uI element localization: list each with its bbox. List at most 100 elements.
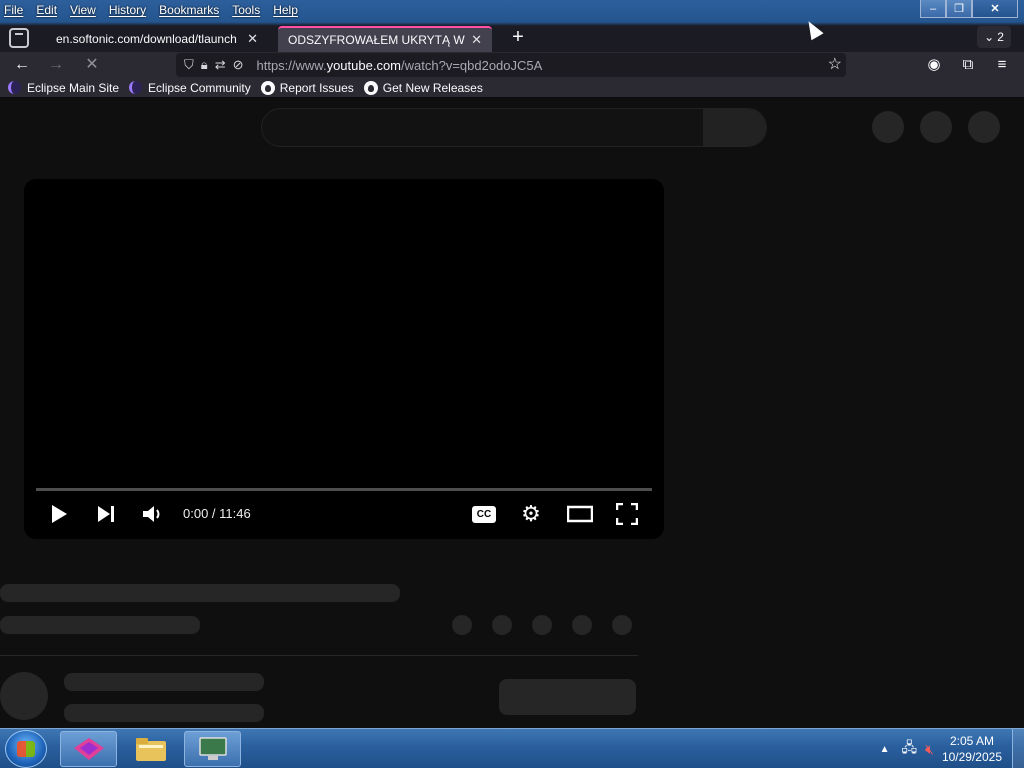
back-button[interactable]: ←	[10, 54, 34, 76]
avatar-placeholder	[968, 111, 1000, 143]
tab-strip: en.softonic.com/download/tlaunch ✕ ODSZY…	[0, 24, 1024, 52]
taskbar-explorer[interactable]	[122, 731, 179, 767]
window-controls: – ❐ ✕	[920, 0, 1018, 18]
menu-history[interactable]: History	[109, 3, 146, 17]
forward-button[interactable]: →	[44, 54, 68, 76]
action-placeholder	[492, 615, 512, 635]
folder-icon	[135, 738, 166, 761]
bookmark-get-new-releases[interactable]: Get New Releases	[363, 80, 483, 95]
bookmarks-toolbar: Eclipse Main Site Eclipse Community Repo…	[0, 78, 1024, 98]
extensions-icon[interactable]: ⧉	[957, 54, 979, 76]
url-text[interactable]: https://www.youtube.com/watch?v=qbd2odoJ…	[257, 58, 543, 73]
cc-icon: CC	[471, 505, 497, 523]
bookmark-eclipse-community[interactable]: Eclipse Community	[129, 81, 251, 95]
menu-bookmarks[interactable]: Bookmarks	[159, 3, 219, 17]
meta-placeholder	[0, 616, 200, 634]
bookmark-label: Report Issues	[279, 80, 354, 95]
url-host: youtube.com	[326, 57, 402, 73]
header-icon-placeholder	[920, 111, 952, 143]
menu-view[interactable]: View	[70, 3, 96, 17]
bookmark-report-issues[interactable]: Report Issues	[260, 80, 354, 95]
clock-date: 10/29/2025	[941, 750, 1002, 764]
clock[interactable]: 2:05 AM 10/29/2025	[942, 733, 1002, 765]
settings-button[interactable]: ⚙	[518, 501, 544, 527]
taskbar-firefox[interactable]	[60, 731, 117, 767]
permissions-icon[interactable]: ⇄	[215, 57, 226, 73]
new-tab-button[interactable]: +	[507, 27, 529, 49]
bookmark-label: Eclipse Community	[148, 80, 251, 95]
header-icon-placeholder	[872, 111, 904, 143]
minimize-button[interactable]: –	[920, 0, 946, 18]
network-icon[interactable]: 🖧︎	[901, 737, 917, 761]
menu-help[interactable]: Help	[273, 3, 298, 17]
skip-next-icon	[98, 506, 114, 522]
autoplay-blocked-icon[interactable]: ⊘	[233, 57, 244, 73]
gear-icon: ⚙	[521, 501, 541, 526]
bookmark-label: Get New Releases	[382, 80, 483, 95]
github-icon	[363, 80, 378, 95]
title-placeholder	[0, 584, 400, 602]
show-hidden-icons-icon[interactable]: ▲	[880, 744, 890, 755]
theater-mode-button[interactable]	[565, 501, 595, 527]
action-placeholder	[572, 615, 592, 635]
show-desktop-button[interactable]	[1012, 729, 1024, 768]
system-tray: ▲ 🖧︎ 🔇︎ 2:05 AM 10/29/2025	[880, 729, 1002, 768]
browser-app-icon	[73, 738, 104, 760]
video-player[interactable]: 0:00 / 11:46 CC ⚙	[24, 179, 664, 539]
computer-icon	[198, 737, 227, 760]
play-icon	[52, 505, 67, 523]
channel-avatar-placeholder	[0, 672, 48, 720]
maximize-button[interactable]: ❐	[946, 0, 972, 18]
list-all-tabs-button[interactable]: ⌄ 2	[977, 26, 1011, 48]
fullscreen-button[interactable]	[614, 501, 640, 527]
url-scheme: https://www.	[256, 57, 327, 73]
action-placeholder	[452, 615, 472, 635]
stop-loading-button[interactable]: ✕	[80, 54, 104, 76]
tab-count: 2	[997, 30, 1004, 44]
lock-icon[interactable]: 🔒︎	[201, 57, 208, 73]
play-button[interactable]	[46, 501, 72, 527]
search-placeholder[interactable]	[261, 108, 767, 147]
clock-time: 2:05 AM	[949, 734, 994, 748]
tab-title: en.softonic.com/download/tlaunch	[56, 32, 237, 46]
taskbar-control-panel[interactable]	[184, 731, 241, 767]
bookmark-star-icon[interactable]: ☆	[828, 54, 842, 74]
volume-muted-icon[interactable]: 🔇︎	[925, 741, 934, 758]
navigation-toolbar: ← → ✕ ⛉ 🔒︎ ⇄ ⊘ https://www.youtube.com/w…	[0, 52, 1024, 78]
page-content: 0:00 / 11:46 CC ⚙	[0, 98, 1024, 728]
action-placeholder	[612, 615, 632, 635]
channel-meta-placeholder	[64, 704, 264, 722]
close-window-button[interactable]: ✕	[972, 0, 1018, 18]
action-placeholder	[532, 615, 552, 635]
fullscreen-icon	[616, 503, 638, 525]
divider	[0, 655, 638, 656]
url-path: /watch?v=qbd2odoJC5A	[401, 57, 543, 73]
progress-bar[interactable]	[36, 488, 652, 491]
shield-icon[interactable]: ⛉	[184, 57, 194, 73]
mute-button[interactable]	[139, 501, 167, 527]
volume-icon	[143, 506, 160, 522]
close-tab-icon[interactable]: ✕	[247, 31, 258, 47]
account-icon[interactable]: ◉	[923, 54, 945, 76]
chevron-down-icon: ⌄	[984, 30, 995, 44]
theater-icon	[567, 505, 593, 523]
channel-name-placeholder	[64, 673, 264, 691]
app-menu-icon[interactable]: ≡	[991, 54, 1013, 76]
next-button[interactable]	[93, 501, 119, 527]
menu-file[interactable]: File	[4, 3, 23, 17]
url-bar[interactable]: ⛉ 🔒︎ ⇄ ⊘ https://www.youtube.com/watch?v…	[176, 53, 846, 77]
search-button-placeholder[interactable]	[703, 109, 766, 146]
menu-edit[interactable]: Edit	[36, 3, 57, 17]
firefox-view-icon[interactable]	[9, 28, 29, 48]
subtitles-button[interactable]: CC	[471, 501, 497, 527]
browser-chrome: File Edit View History Bookmarks Tools H…	[0, 0, 1024, 98]
bookmark-eclipse-main[interactable]: Eclipse Main Site	[8, 81, 119, 95]
tab-youtube[interactable]: ODSZYFROWAŁEM UKRYTĄ WIADOMOŚĆ ✕	[278, 26, 492, 52]
eclipse-icon	[8, 81, 21, 94]
menu-bar: File Edit View History Bookmarks Tools H…	[0, 0, 700, 20]
tab-softonic[interactable]: en.softonic.com/download/tlaunch ✕	[46, 26, 268, 52]
start-button[interactable]	[5, 730, 47, 768]
menu-tools[interactable]: Tools	[232, 3, 260, 17]
github-icon	[260, 80, 275, 95]
close-tab-icon[interactable]: ✕	[471, 32, 482, 48]
